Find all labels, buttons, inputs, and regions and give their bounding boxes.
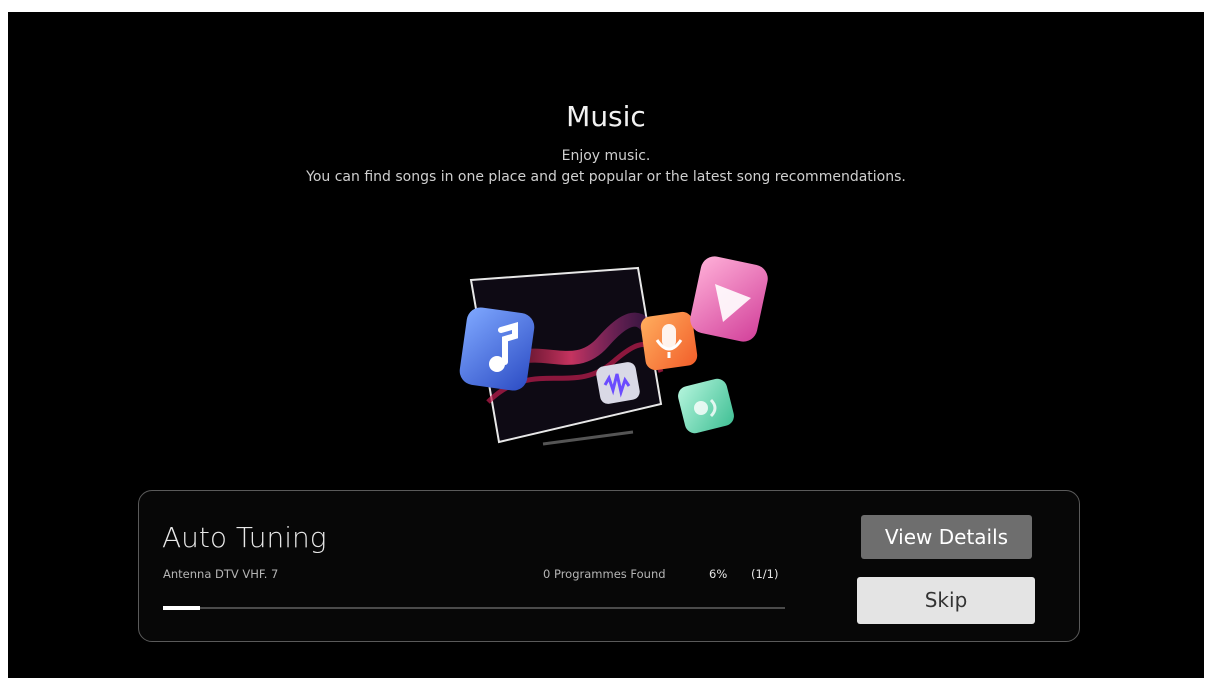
speaker-icon bbox=[678, 378, 734, 434]
subtitle-line-1: Enjoy music. bbox=[561, 148, 651, 164]
music-note-icon bbox=[459, 307, 535, 391]
page-indicator: (1/1) bbox=[751, 567, 779, 581]
progress-fill bbox=[163, 606, 201, 610]
page-subtitle: Enjoy music. You can find songs in one p… bbox=[8, 146, 1204, 188]
auto-tuning-panel: Auto Tuning Antenna DTV VHF. 7 0 Program… bbox=[138, 490, 1080, 642]
music-illustration bbox=[459, 256, 768, 446]
sound-wave-icon bbox=[596, 362, 640, 404]
view-details-button[interactable]: View Details bbox=[861, 515, 1032, 559]
page-title: Music bbox=[566, 100, 646, 133]
play-icon bbox=[690, 256, 768, 342]
microphone-icon bbox=[640, 311, 698, 371]
progress-percent: 6% bbox=[709, 567, 728, 581]
subtitle-line-2: You can find songs in one place and get … bbox=[306, 169, 906, 185]
tuning-title: Auto Tuning bbox=[162, 521, 327, 554]
progress-track bbox=[163, 606, 785, 610]
channel-label: Antenna DTV VHF. 7 bbox=[163, 567, 279, 581]
programmes-found: 0 Programmes Found bbox=[543, 567, 666, 581]
skip-button[interactable]: Skip bbox=[857, 577, 1035, 624]
tv-screen: Music Enjoy music. You can find songs in… bbox=[8, 12, 1204, 678]
